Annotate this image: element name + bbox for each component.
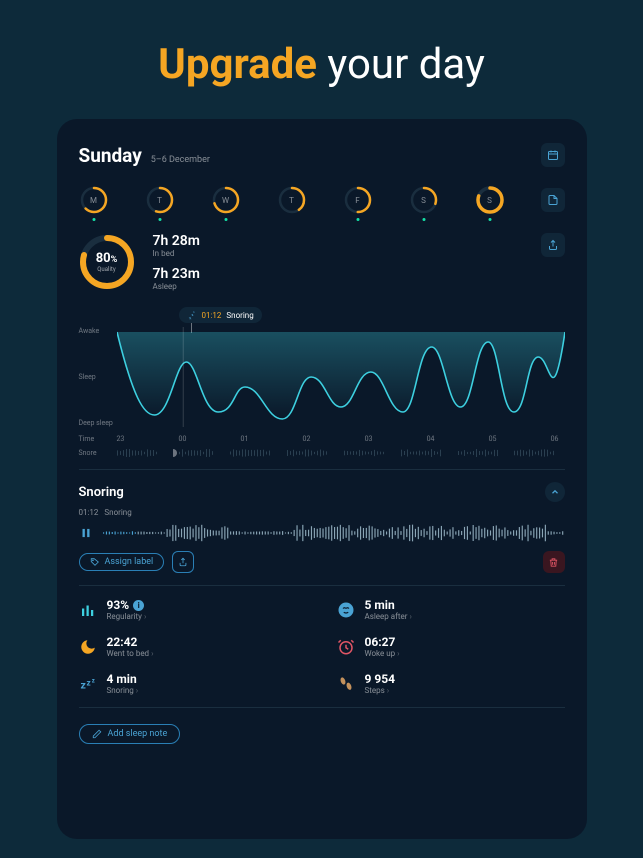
sleep-chart-area[interactable]: Awake Sleep Deep sleep Time 230001020304… <box>79 327 565 457</box>
snore-axis-label: Snore <box>79 449 97 457</box>
woke-up-stat[interactable]: 06:27 Woke up› <box>337 635 565 658</box>
quality-percent: 80% <box>96 251 118 266</box>
sleep-line-chart <box>117 327 565 427</box>
date-subtitle: 5–6 December <box>151 155 210 165</box>
snore-event[interactable] <box>344 449 388 457</box>
snoring-icon <box>187 310 197 320</box>
moon-icon <box>79 638 97 656</box>
audio-player-row <box>79 523 565 543</box>
asleep-stat: 7h 23m Asleep <box>153 266 200 291</box>
svg-text:z: z <box>80 678 85 691</box>
svg-text:z: z <box>86 678 90 688</box>
audio-waveform[interactable] <box>103 523 565 543</box>
day-ring[interactable]: M <box>79 185 109 215</box>
info-badge[interactable]: i <box>133 600 144 611</box>
snore-event[interactable] <box>514 449 558 457</box>
pause-button[interactable] <box>79 526 93 540</box>
quality-ring[interactable]: 80% Quality <box>79 234 135 290</box>
asleep-after-stat[interactable]: 5 min Asleep after› <box>337 598 565 621</box>
week-row: MTWTFSS <box>79 185 565 215</box>
share-icon <box>178 557 188 567</box>
collapse-button[interactable] <box>545 482 565 502</box>
share-icon <box>547 239 559 251</box>
calendar-button[interactable] <box>541 143 565 167</box>
svg-text:z: z <box>91 677 94 684</box>
pause-icon <box>79 526 93 540</box>
divider <box>79 469 565 470</box>
snore-event[interactable] <box>458 449 502 457</box>
day-ring[interactable]: T <box>145 185 175 215</box>
day-ring[interactable]: F <box>343 185 373 215</box>
app-screen: Sunday 5–6 December M T W T F S S 80% Quality … <box>57 119 587 839</box>
day-heading: Sunday 5–6 December <box>79 144 210 167</box>
delete-button[interactable] <box>543 551 565 573</box>
steps-stat[interactable]: 9 954 Steps› <box>337 672 565 695</box>
day-ring[interactable]: S <box>409 185 439 215</box>
footsteps-icon <box>337 675 355 693</box>
quality-label: Quality <box>97 266 115 273</box>
zzz-icon: zzz <box>79 675 97 693</box>
assign-label-button[interactable]: Assign label <box>79 553 165 571</box>
snoring-section-header: Snoring <box>79 482 565 502</box>
divider <box>79 707 565 708</box>
sleep-face-icon <box>337 601 355 619</box>
snore-event[interactable] <box>173 449 217 457</box>
snoring-stat[interactable]: zzz 4 min Snoring› <box>79 672 307 695</box>
hero-accent: Upgrade <box>158 40 317 89</box>
chevron-up-icon <box>550 487 560 497</box>
snore-event[interactable] <box>401 449 445 457</box>
document-icon <box>547 194 559 206</box>
add-sleep-note-button[interactable]: Add sleep note <box>79 724 181 744</box>
y-axis-labels: Awake Sleep Deep sleep <box>79 327 113 427</box>
trash-icon <box>548 557 559 568</box>
time-axis-label: Time <box>79 435 95 443</box>
regularity-stat[interactable]: 93%i Regularity› <box>79 598 307 621</box>
calendar-icon <box>547 149 559 161</box>
snore-event[interactable] <box>117 449 161 457</box>
summary-row: 80% Quality 7h 28m In bed 7h 23m Asleep <box>79 233 565 291</box>
snoring-title: Snoring <box>79 485 124 500</box>
divider <box>79 585 565 586</box>
hero-rest: your day <box>317 40 485 89</box>
day-ring[interactable]: T <box>277 185 307 215</box>
snore-track <box>117 449 565 457</box>
x-axis-labels: 2300010203040506 <box>117 435 565 443</box>
snore-event[interactable] <box>287 449 331 457</box>
tag-icon <box>90 557 100 567</box>
snoring-actions: Assign label <box>79 551 565 573</box>
document-button[interactable] <box>541 188 565 212</box>
day-ring[interactable]: S <box>475 185 505 215</box>
chart-annotation[interactable]: 01:12 Snoring <box>179 307 262 323</box>
time-stats: 7h 28m In bed 7h 23m Asleep <box>153 233 200 291</box>
day-title: Sunday <box>79 144 142 167</box>
snore-event[interactable] <box>230 449 274 457</box>
bars-icon <box>79 601 97 619</box>
pencil-icon <box>92 729 102 739</box>
alarm-icon <box>337 638 355 656</box>
stats-grid: 93%i Regularity› 5 min Asleep after› 22:… <box>79 598 565 695</box>
share-audio-button[interactable] <box>172 551 194 573</box>
in-bed-stat: 7h 28m In bed <box>153 233 200 258</box>
share-button[interactable] <box>541 233 565 257</box>
day-ring[interactable]: W <box>211 185 241 215</box>
snoring-meta: 01:12Snoring <box>79 508 565 517</box>
hero-title: Upgrade your day <box>0 0 643 119</box>
header-row: Sunday 5–6 December <box>79 143 565 167</box>
went-to-bed-stat[interactable]: 22:42 Went to bed› <box>79 635 307 658</box>
